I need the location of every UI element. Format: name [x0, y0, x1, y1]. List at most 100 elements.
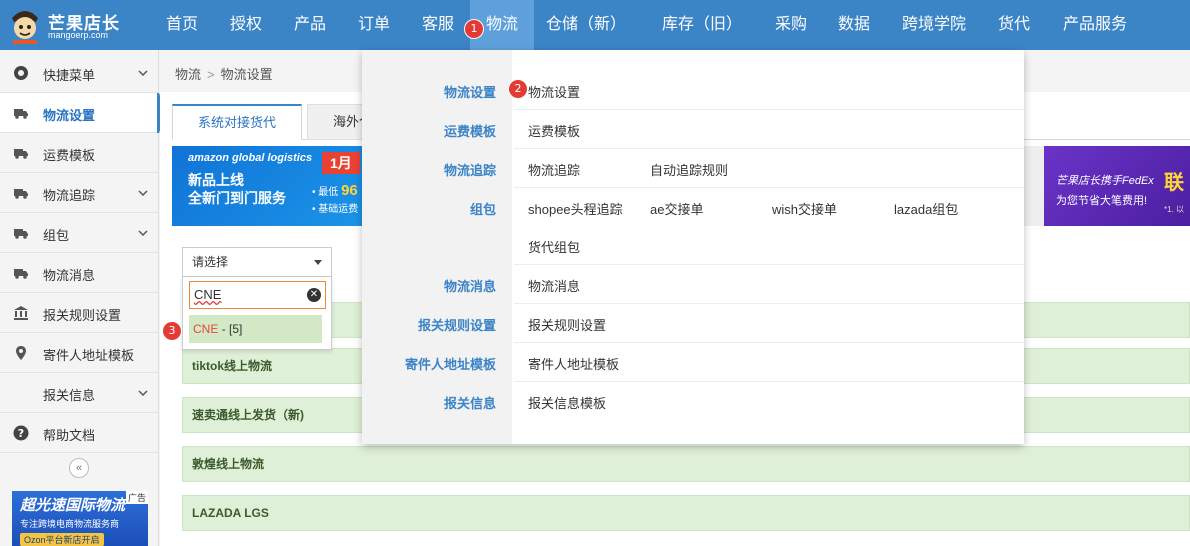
mega-divider — [514, 342, 1024, 343]
mega-cat-customs-info[interactable]: 报关信息 — [356, 393, 496, 412]
breadcrumb-separator: > — [207, 67, 215, 82]
sidebar-item-freight-template[interactable]: 运费模板 — [0, 133, 159, 173]
mega-link-forwarder-packing[interactable]: 货代组包 — [528, 237, 580, 256]
sidebar-item-help-docs[interactable]: ? 帮助文档 — [0, 413, 159, 453]
sidebar-item-quick-menu[interactable]: 快捷菜单 — [0, 53, 159, 93]
banner2-line2: 为您节省大笔费用! — [1056, 195, 1148, 207]
banner2-note: *1. 以 — [1164, 205, 1185, 214]
chevron-down-icon — [138, 230, 148, 237]
gauge-icon — [14, 66, 28, 80]
breadcrumb-root[interactable]: 物流 — [175, 67, 201, 82]
dropdown-search-input[interactable]: CNE ✕ — [189, 281, 326, 309]
mega-link-customs-rules[interactable]: 报关规则设置 — [528, 315, 606, 334]
select-placeholder: 请选择 — [192, 255, 229, 269]
nav-warehouse-new[interactable]: 仓储（新） — [540, 0, 632, 50]
nav-freight-forwarder[interactable]: 货代 — [987, 0, 1041, 50]
forwarder-select[interactable]: 请选择 — [182, 247, 332, 277]
breadcrumb-current: 物流设置 — [220, 67, 273, 82]
mega-link-freight-template[interactable]: 运费模板 — [528, 121, 580, 140]
mega-cat-logistics-settings[interactable]: 物流设置 — [356, 82, 496, 101]
breadcrumb: 物流 > 物流设置 — [175, 64, 273, 83]
mega-link-tracking[interactable]: 物流追踪 — [528, 160, 580, 179]
mega-divider — [514, 303, 1024, 304]
sidebar-ad[interactable]: 超光速国际物流 专注跨境电商物流服务商 Ozon平台新店开启 广告 — [12, 491, 148, 546]
nav-data[interactable]: 数据 — [827, 0, 881, 50]
sidebar-item-label: 快捷菜单 — [43, 68, 96, 83]
nav-authorize[interactable]: 授权 — [219, 0, 273, 50]
fedex-banner[interactable]: 芒果店长携手FedEx 为您节省大笔费用! 联 *1. 以 — [1044, 146, 1190, 226]
truck-icon — [14, 149, 28, 159]
forwarder-row[interactable]: LAZADA LGS — [182, 495, 1190, 531]
clear-icon[interactable]: ✕ — [307, 288, 321, 302]
bank-icon — [14, 306, 28, 320]
sidebar-collapse-button[interactable]: « — [69, 458, 89, 478]
truck-icon — [14, 229, 28, 239]
mega-link-logistics-settings[interactable]: 物流设置 — [528, 82, 580, 101]
mega-cat-freight-template[interactable]: 运费模板 — [356, 121, 496, 140]
mega-cat-sender-address[interactable]: 寄件人地址模板 — [356, 354, 496, 373]
ad-cta: Ozon平台新店开启 — [20, 533, 104, 546]
caret-down-icon — [314, 260, 322, 265]
mega-link-shopee-tracking[interactable]: shopee头程追踪 — [528, 199, 623, 218]
sidebar-item-logistics-messages[interactable]: 物流消息 — [0, 253, 159, 293]
sidebar-item-label: 报关信息 — [43, 388, 96, 403]
nav-home[interactable]: 首页 — [155, 0, 209, 50]
mega-cat-logistics-messages[interactable]: 物流消息 — [356, 276, 496, 295]
option-match: CNE — [193, 322, 219, 336]
sidebar-item-customs-rules[interactable]: 报关规则设置 — [0, 293, 159, 333]
sidebar: 快捷菜单 物流设置 运费模板 物流追踪 组包 物流消息 报关规则设置 寄件人地址… — [0, 50, 167, 546]
mega-cat-tracking[interactable]: 物流追踪 — [356, 160, 496, 179]
mega-link-sender-address[interactable]: 寄件人地址模板 — [528, 354, 619, 373]
mega-link-lazada-packing[interactable]: lazada组包 — [894, 199, 958, 218]
mega-link-ae-handover[interactable]: ae交接单 — [650, 199, 703, 218]
banner2-big: 联 — [1164, 172, 1184, 194]
mega-divider — [514, 109, 1024, 110]
sidebar-item-label: 报关规则设置 — [43, 308, 122, 323]
truck-icon — [14, 269, 28, 279]
location-pin-icon — [16, 346, 26, 360]
sidebar-item-tracking[interactable]: 物流追踪 — [0, 173, 159, 213]
mega-link-auto-tracking-rules[interactable]: 自动追踪规则 — [650, 160, 728, 179]
logo-url: mangoerp.com — [48, 30, 109, 40]
ad-tag[interactable]: 广告 — [125, 491, 148, 504]
mega-link-logistics-messages[interactable]: 物流消息 — [528, 276, 580, 295]
option-count: - [5] — [218, 322, 243, 336]
banner-headline-2: 全新门到门服务 — [188, 190, 286, 206]
nav-products[interactable]: 产品 — [283, 0, 337, 50]
step-badge-1: 1 — [465, 20, 483, 38]
logo[interactable]: 芒果店长 mangoerp.com — [8, 4, 158, 46]
forwarder-row[interactable]: 敦煌线上物流 — [182, 446, 1190, 482]
nav-academy[interactable]: 跨境学院 — [892, 0, 976, 50]
sidebar-item-customs-info[interactable]: 报关信息 — [0, 373, 159, 413]
banner-headline: 新品上线 — [188, 172, 244, 188]
chevron-down-icon — [138, 70, 148, 77]
nav-customer-service[interactable]: 客服 — [411, 0, 465, 50]
nav-orders[interactable]: 订单 — [347, 0, 401, 50]
mega-link-customs-info-template[interactable]: 报关信息模板 — [528, 393, 606, 412]
mega-cat-packing[interactable]: 组包 — [356, 199, 496, 218]
tab-system-forwarders[interactable]: 系统对接货代 — [172, 104, 303, 140]
sidebar-item-label: 帮助文档 — [43, 428, 96, 443]
dropdown-option[interactable]: CNE - [5] — [189, 315, 322, 343]
sidebar-item-sender-address[interactable]: 寄件人地址模板 — [0, 333, 159, 373]
mega-divider — [514, 148, 1024, 149]
sidebar-item-packing[interactable]: 组包 — [0, 213, 159, 253]
nav-purchasing[interactable]: 采购 — [764, 0, 818, 50]
ad-title: 超光速国际物流 — [20, 497, 126, 514]
banner-base-fee: • 基础运费 — [312, 204, 359, 215]
ad-subtitle: 专注跨境电商物流服务商 — [20, 519, 120, 529]
truck-icon — [14, 109, 28, 119]
question-icon: ? — [13, 425, 29, 441]
mega-link-wish-handover[interactable]: wish交接单 — [772, 199, 837, 218]
step-badge-3: 3 — [163, 322, 181, 340]
nav-inventory-old[interactable]: 库存（旧） — [650, 0, 754, 50]
logistics-mega-menu: 物流设置 物流设置 运费模板 运费模板 物流追踪 物流追踪 自动追踪规则 组包 … — [362, 50, 1024, 444]
nav-product-services[interactable]: 产品服务 — [1053, 0, 1137, 50]
sidebar-item-label: 寄件人地址模板 — [43, 348, 135, 363]
amazon-logistics-banner[interactable]: amazon global logistics 新品上线 全新门到门服务 1月 … — [172, 146, 372, 226]
mega-cat-customs-rules[interactable]: 报关规则设置 — [356, 315, 496, 334]
chevron-down-icon — [138, 190, 148, 197]
svg-text:?: ? — [18, 427, 24, 440]
sidebar-item-logistics-settings[interactable]: 物流设置 — [0, 93, 167, 133]
sidebar-item-label: 组包 — [43, 228, 70, 243]
